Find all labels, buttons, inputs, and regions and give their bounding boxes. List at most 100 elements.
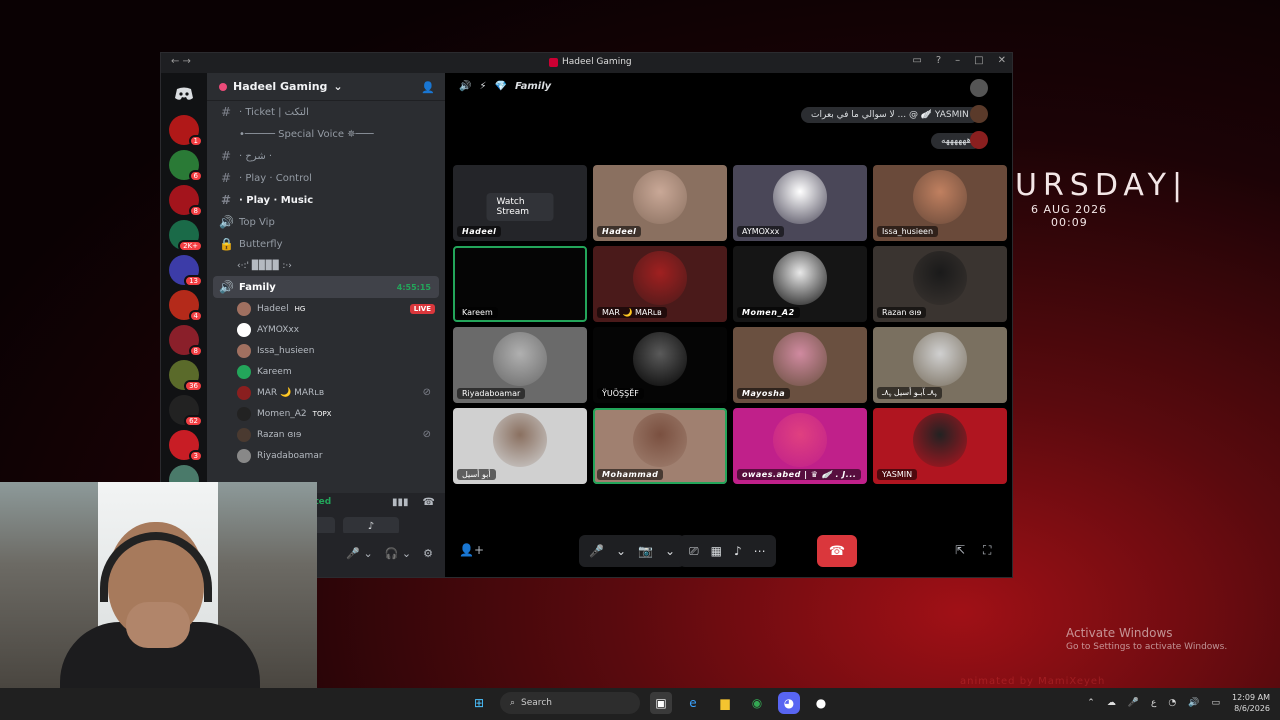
language-icon[interactable]: ع — [1151, 698, 1156, 708]
task-view-icon[interactable]: ▣ — [650, 692, 672, 714]
server-icon-2[interactable]: 8 — [169, 185, 203, 217]
server-icon-7[interactable]: 36 — [169, 360, 203, 392]
minimize-icon[interactable]: – — [955, 55, 960, 66]
title-bar: ← → Hadeel Gaming ▭ ? – □ ✕ — [161, 53, 1012, 73]
participant-tile[interactable]: Momen_A2 — [733, 246, 867, 322]
volume-icon[interactable]: 🔊 — [1188, 698, 1199, 708]
participant-tile[interactable]: Issa_husieen — [873, 165, 1007, 241]
participant-tile[interactable]: ﮩ٨ـ ﺂبـو أسيل ﮩ٨ـ — [873, 327, 1007, 403]
server-icon-0[interactable]: 1 — [169, 115, 203, 147]
muted-icon: ⊘ — [422, 387, 431, 398]
threads-icon[interactable] — [970, 79, 988, 97]
server-header[interactable]: Hadeel Gaming ⌄ 👤 — [207, 73, 445, 101]
voice-member[interactable]: Kareem — [207, 361, 445, 382]
server-icon-8[interactable]: 62 — [169, 395, 203, 427]
disconnect-icon[interactable]: ☎ — [423, 497, 435, 508]
headphones-icon[interactable]: 🎧 ⌄ — [385, 547, 411, 560]
camera-options-chevron-icon[interactable]: ⌄ — [665, 544, 675, 558]
participant-tile[interactable]: Hadeel — [593, 165, 727, 241]
participant-tile[interactable]: ŸUÖŞŞĔF — [593, 327, 727, 403]
server-logo-icon — [549, 57, 558, 67]
voice-member[interactable]: MAR 🌙 MARʟʙ ⊘ — [207, 382, 445, 403]
voice-member[interactable]: Issa_husieen — [207, 340, 445, 361]
channel-item[interactable]: 🔒 Butterfly — [207, 233, 445, 255]
signal-icon[interactable]: ▮▮▮ — [392, 497, 409, 508]
server-icon-9[interactable]: 3 — [169, 430, 203, 462]
chrome-icon[interactable]: ◉ — [746, 692, 768, 714]
participant-tile[interactable]: Watch Stream Hadeel — [453, 165, 587, 241]
voice-channel-family[interactable]: 🔊 Family 4:55:15 — [213, 276, 439, 298]
mic-options-chevron-icon[interactable]: ⌄ — [616, 544, 626, 558]
close-icon[interactable]: ✕ — [998, 55, 1006, 66]
participant-avatar — [913, 250, 967, 305]
avatar — [237, 448, 251, 463]
voice-member[interactable]: Riyadaboamar — [207, 445, 445, 466]
unread-badge: 8 — [188, 345, 203, 357]
server-icon-3[interactable]: 2K+ — [169, 220, 203, 252]
add-people-icon[interactable]: 👤+ — [459, 543, 484, 557]
voice-member[interactable]: AYMOXxx — [207, 319, 445, 340]
channel-item[interactable]: 🔊 Top Vip — [207, 211, 445, 233]
microphone-icon[interactable]: 🎤 ⌄ — [346, 547, 372, 560]
participant-name: owaes.abed | ♛ 🪽 . J... — [737, 469, 862, 480]
participant-tile[interactable]: AYMOXxx — [733, 165, 867, 241]
cloud-icon[interactable]: ☁ — [1107, 698, 1116, 708]
participant-tile[interactable]: Mohammad — [593, 408, 727, 484]
app-taskbar-icon[interactable]: ● — [810, 692, 832, 714]
voice-member[interactable]: Momen_A2 TOPX — [207, 403, 445, 424]
chevron-up-icon[interactable]: ⌃ — [1087, 698, 1095, 708]
wifi-icon[interactable]: ◔ — [1168, 698, 1176, 708]
stage-channel-name: Family — [514, 81, 552, 92]
help-icon[interactable]: ? — [936, 55, 941, 66]
voice-member[interactable]: Razan ɞıɘ ⊘ — [207, 424, 445, 445]
channel-item[interactable]: # · Ticket | التكت — [207, 101, 445, 123]
taskbar-search[interactable]: ⌕ Search — [500, 692, 640, 714]
more-icon[interactable]: ⋯ — [754, 544, 766, 558]
channel-label: · Play · Control — [239, 172, 312, 184]
discord-home-icon[interactable] — [169, 79, 199, 109]
fullscreen-icon[interactable]: ⛶ — [983, 543, 991, 558]
participant-tile[interactable]: owaes.abed | ♛ 🪽 . J... — [733, 408, 867, 484]
server-icon-1[interactable]: 6 — [169, 150, 203, 182]
participant-tile[interactable]: Riyadaboamar — [453, 327, 587, 403]
microphone-toggle-icon[interactable]: 🎤 — [589, 544, 604, 558]
tray-clock[interactable]: 12:09 AM 8/6/2026 — [1232, 692, 1270, 714]
file-explorer-icon[interactable]: ▆ — [714, 692, 736, 714]
participant-tile[interactable]: Razan ɞıɘ — [873, 246, 1007, 322]
disconnect-call-button[interactable]: ☎ — [817, 535, 857, 567]
channel-item[interactable]: # · شرح · — [207, 145, 445, 167]
participant-avatar — [773, 250, 827, 305]
inbox-icon[interactable]: ▭ — [912, 55, 921, 66]
server-icon-6[interactable]: 8 — [169, 325, 203, 357]
server-icon-4[interactable]: 13 — [169, 255, 203, 287]
voice-member[interactable]: Hadeel HG LIVE — [207, 298, 445, 319]
participant-tile[interactable]: أبو أسيل — [453, 408, 587, 484]
soundboard-icon[interactable]: ♪ — [734, 544, 742, 558]
pop-out-icon[interactable]: ⇱ — [955, 543, 965, 557]
participant-avatar — [633, 169, 687, 224]
back-forward-icon[interactable]: ← → — [171, 56, 191, 67]
participant-tile[interactable]: MAR 🌙 MARʟʙ — [593, 246, 727, 322]
voice-channel-label: Family — [239, 281, 276, 293]
edge-icon[interactable]: e — [682, 692, 704, 714]
invite-icon[interactable]: 👤 — [421, 81, 435, 94]
participant-tile[interactable]: YASMIN — [873, 408, 1007, 484]
discord-taskbar-icon[interactable]: ◕ — [778, 692, 800, 714]
watch-stream-button[interactable]: Watch Stream — [486, 193, 554, 221]
activities-icon[interactable]: ▦ — [711, 544, 722, 558]
participant-tile[interactable]: Mayosha — [733, 327, 867, 403]
server-icon-5[interactable]: 4 — [169, 290, 203, 322]
screen-share-icon[interactable]: ⎚ — [689, 544, 699, 559]
avatar — [237, 364, 251, 379]
channel-item[interactable]: # · Play · Control — [207, 167, 445, 189]
battery-icon[interactable]: ▭ — [1212, 698, 1221, 708]
settings-gear-icon[interactable]: ⚙ — [423, 547, 433, 560]
maximize-icon[interactable]: □ — [974, 55, 983, 66]
channel-item[interactable]: •───── Special Voice ✵─── — [207, 123, 445, 145]
channel-item[interactable]: # · Play · Music — [207, 189, 445, 211]
start-windows-icon[interactable]: ⊞ — [468, 692, 490, 714]
participant-avatar — [913, 331, 967, 386]
camera-toggle-icon[interactable]: 📷 — [638, 544, 653, 558]
participant-tile[interactable]: Kareem — [453, 246, 587, 322]
mic-tray-icon[interactable]: 🎤 — [1128, 698, 1139, 708]
